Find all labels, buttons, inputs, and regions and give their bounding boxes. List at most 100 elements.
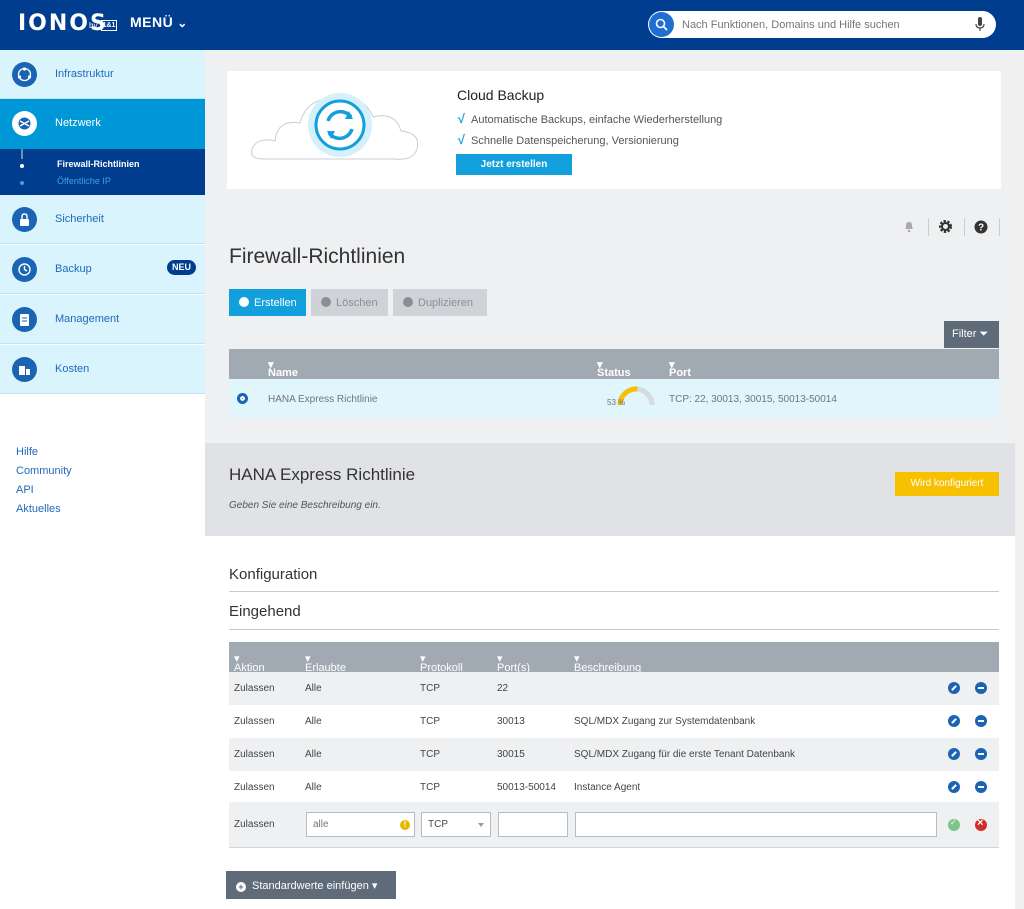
- delete-button[interactable]: Löschen: [311, 289, 388, 316]
- detail-description[interactable]: Geben Sie eine Beschreibung ein.: [229, 500, 381, 511]
- config-title: Konfiguration: [229, 566, 318, 583]
- sidebar-item-backup[interactable]: Backup NEU: [0, 245, 205, 294]
- column-ports[interactable]: Port(s) ▾: [497, 652, 530, 674]
- sidebar-item-netzwerk[interactable]: Netzwerk: [0, 99, 205, 149]
- sidebar-item-kosten[interactable]: Kosten: [0, 345, 205, 394]
- subnav-item-public-ip[interactable]: Öffentliche IP: [57, 176, 111, 186]
- insert-defaults-button[interactable]: + Standardwerte einfügen ▾: [226, 871, 396, 899]
- protocol-select[interactable]: TCP: [421, 812, 491, 837]
- table-row[interactable]: HANA Express Richtlinie 53 % TCP: 22, 30…: [229, 379, 999, 418]
- sidebar-item-sicherheit[interactable]: Sicherheit: [0, 195, 205, 244]
- remove-icon[interactable]: [975, 682, 987, 694]
- sidebar-item-label: Backup: [55, 263, 92, 275]
- duplicate-button[interactable]: Duplizieren: [393, 289, 487, 316]
- help-icon[interactable]: ?: [974, 220, 988, 234]
- column-label: Name: [268, 367, 298, 379]
- sidebar-item-label: Netzwerk: [55, 117, 101, 129]
- chevron-down-icon: ⌄: [177, 16, 188, 30]
- edit-icon[interactable]: [948, 748, 960, 760]
- search-icon[interactable]: [649, 12, 674, 37]
- search-bar: [648, 11, 996, 38]
- top-bar: IONOS by 1&1 MENÜ ⌄: [0, 0, 1024, 50]
- logo-mark: 1&1: [101, 20, 117, 31]
- divider: [229, 629, 999, 630]
- policy-section: Cloud Backup √ Automatische Backups, einf…: [205, 50, 1024, 443]
- info-icon[interactable]: !: [400, 820, 410, 830]
- rule-action: Zulassen: [234, 716, 275, 727]
- bell-icon[interactable]: [903, 220, 915, 233]
- remove-icon[interactable]: [975, 748, 987, 760]
- banner-title: Cloud Backup: [457, 87, 545, 103]
- column-allowed-ip[interactable]: Erlaubte IP ▾: [305, 652, 346, 686]
- link-hilfe[interactable]: Hilfe: [16, 443, 72, 462]
- delete-label: Löschen: [336, 296, 378, 309]
- confirm-icon[interactable]: [948, 818, 960, 831]
- check-icon: √: [457, 132, 465, 147]
- scrollbar[interactable]: [1015, 50, 1024, 909]
- status-percent: 53 %: [607, 398, 626, 407]
- chevron-down-icon: [478, 823, 484, 827]
- column-protocol[interactable]: Protokoll ▾: [420, 652, 463, 674]
- menu-label: MENÜ: [130, 14, 174, 30]
- description-input[interactable]: [575, 812, 937, 837]
- page-tools: ?: [903, 218, 1003, 236]
- rule-protocol: TCP: [420, 749, 440, 760]
- ports-input[interactable]: [498, 812, 568, 837]
- microphone-icon[interactable]: [975, 17, 985, 32]
- policy-detail-header: HANA Express Richtlinie Geben Sie eine B…: [205, 443, 1024, 536]
- remove-icon[interactable]: [975, 715, 987, 727]
- cloud-backup-banner: Cloud Backup √ Automatische Backups, einf…: [227, 71, 1001, 189]
- config-subtitle: Eingehend: [229, 603, 301, 620]
- page-title: Firewall-Richtlinien: [229, 245, 406, 268]
- create-backup-button[interactable]: Jetzt erstellen: [456, 154, 572, 175]
- rule-ip: Alle: [305, 782, 322, 793]
- rule-description: SQL/MDX Zugang zur Systemdatenbank: [574, 716, 756, 727]
- search-input[interactable]: [682, 16, 962, 33]
- main-content: Cloud Backup √ Automatische Backups, einf…: [205, 50, 1024, 909]
- rule-ip: Alle: [305, 683, 322, 694]
- table-row: Zulassen Alle TCP 50013-50014 Instance A…: [229, 771, 999, 804]
- link-aktuelles[interactable]: Aktuelles: [16, 500, 72, 519]
- divider: [928, 218, 929, 236]
- subnav-dot-active: [20, 164, 24, 168]
- sidebar-item-label: Sicherheit: [55, 213, 104, 225]
- filter-button[interactable]: Filter ⏷: [944, 321, 999, 348]
- remove-icon[interactable]: [975, 781, 987, 793]
- edit-icon[interactable]: [948, 682, 960, 694]
- column-action[interactable]: Aktion ▾: [234, 652, 265, 674]
- allowed-ip-input[interactable]: [306, 812, 415, 837]
- column-status[interactable]: Status ▾: [597, 358, 631, 379]
- rule-description: Instance Agent: [574, 782, 641, 793]
- sidebar-item-infrastruktur[interactable]: Infrastruktur: [0, 50, 205, 99]
- link-api[interactable]: API: [16, 481, 72, 500]
- detail-title: HANA Express Richtlinie: [229, 465, 416, 484]
- banner-feature: √ Automatische Backups, einfache Wiederhe…: [457, 111, 722, 126]
- sidebar-item-management[interactable]: Management: [0, 295, 205, 344]
- cloud-sync-icon: [251, 93, 419, 160]
- column-name[interactable]: Name ▾: [268, 358, 298, 379]
- column-port[interactable]: Port ▾: [669, 358, 691, 379]
- column-description[interactable]: Beschreibung ▾: [574, 652, 641, 674]
- rule-protocol: TCP: [420, 782, 440, 793]
- divider: [999, 218, 1000, 236]
- create-label: Erstellen: [254, 296, 297, 309]
- filter-icon: ⏷: [979, 328, 989, 340]
- edit-icon[interactable]: [948, 781, 960, 793]
- rule-ports: 30015: [497, 749, 525, 760]
- gear-icon[interactable]: [938, 219, 953, 234]
- subnav-line: [21, 149, 23, 159]
- policy-radio[interactable]: [237, 393, 248, 404]
- rule-action: Zulassen: [234, 683, 275, 694]
- create-button[interactable]: Erstellen: [229, 289, 306, 316]
- table-row: Zulassen Alle TCP 30015 SQL/MDX Zugang f…: [229, 738, 999, 771]
- rule-protocol: TCP: [420, 683, 440, 694]
- link-community[interactable]: Community: [16, 462, 72, 481]
- logo-by: by: [89, 21, 98, 30]
- clipboard-icon: [12, 307, 37, 332]
- subnav-item-firewall[interactable]: Firewall-Richtlinien: [57, 159, 140, 169]
- cancel-icon[interactable]: [975, 817, 987, 831]
- table-row: Zulassen Alle TCP 30013 SQL/MDX Zugang z…: [229, 705, 999, 738]
- edit-icon[interactable]: [948, 715, 960, 727]
- sidebar-subnav: Firewall-Richtlinien Öffentliche IP: [0, 149, 205, 195]
- menu-button[interactable]: MENÜ ⌄: [130, 14, 188, 30]
